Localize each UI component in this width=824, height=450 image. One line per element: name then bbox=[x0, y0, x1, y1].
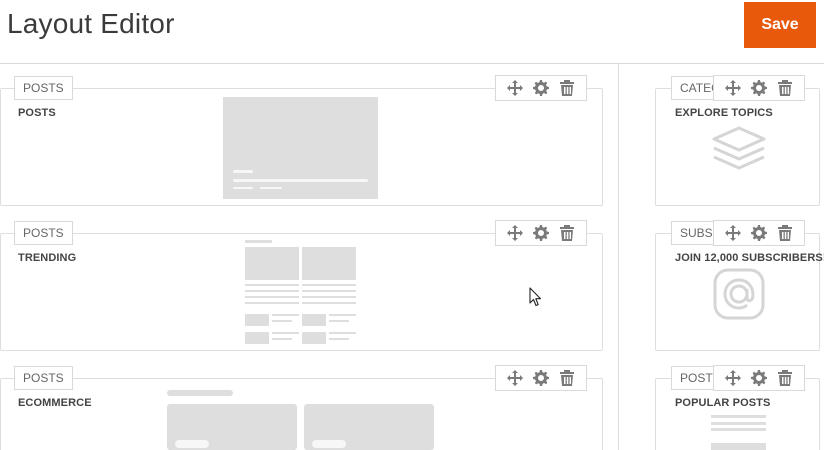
thumbnail-line bbox=[233, 170, 253, 173]
popular-posts-thumbnail bbox=[711, 415, 766, 418]
trending-thumbnail bbox=[272, 338, 292, 340]
gear-icon[interactable] bbox=[531, 78, 551, 98]
gear-icon[interactable] bbox=[749, 223, 769, 243]
block-title: POSTS bbox=[18, 107, 56, 119]
trending-thumbnail bbox=[245, 290, 299, 292]
thumbnail-line bbox=[233, 179, 368, 182]
trending-thumbnail bbox=[329, 338, 349, 340]
move-icon[interactable] bbox=[723, 223, 743, 243]
thumbnail-line bbox=[260, 187, 282, 189]
gear-icon[interactable] bbox=[531, 223, 551, 243]
block-type-tag: POSTS bbox=[14, 76, 73, 100]
trending-thumbnail bbox=[245, 284, 299, 286]
move-icon[interactable] bbox=[505, 368, 525, 388]
trending-thumbnail bbox=[245, 296, 299, 298]
column-divider bbox=[618, 64, 619, 450]
trash-icon[interactable] bbox=[775, 223, 795, 243]
trending-thumbnail bbox=[302, 302, 356, 304]
header: Layout Editor Save bbox=[0, 0, 824, 64]
block-type-tag: POSTS bbox=[14, 221, 73, 245]
trending-thumbnail bbox=[302, 332, 326, 344]
block-title: EXPLORE TOPICS bbox=[675, 107, 773, 119]
trash-icon[interactable] bbox=[557, 223, 577, 243]
move-icon[interactable] bbox=[505, 223, 525, 243]
ecommerce-price-pill bbox=[175, 440, 209, 448]
block-toolbar bbox=[713, 220, 805, 246]
trash-icon[interactable] bbox=[775, 78, 795, 98]
trending-thumbnail bbox=[245, 240, 272, 243]
page-title: Layout Editor bbox=[7, 8, 175, 39]
thumbnail-line bbox=[233, 187, 253, 189]
trending-thumbnail bbox=[329, 332, 356, 334]
trending-thumbnail bbox=[245, 314, 269, 326]
trending-thumbnail bbox=[329, 314, 356, 316]
trending-thumbnail bbox=[272, 320, 292, 322]
trending-thumbnail bbox=[302, 247, 356, 280]
popular-posts-thumbnail bbox=[711, 428, 766, 431]
block-toolbar bbox=[495, 220, 587, 246]
gear-icon[interactable] bbox=[531, 368, 551, 388]
trending-thumbnail bbox=[245, 332, 269, 344]
trending-thumbnail bbox=[302, 290, 356, 292]
block-title: TRENDING bbox=[18, 252, 77, 264]
popular-posts-thumbnail bbox=[711, 422, 766, 425]
trash-icon[interactable] bbox=[557, 78, 577, 98]
block-title: ECOMMERCE bbox=[18, 397, 92, 409]
block-title: JOIN 12,000 SUBSCRIBERS! bbox=[675, 252, 824, 264]
trash-icon[interactable] bbox=[775, 368, 795, 388]
trending-thumbnail bbox=[245, 302, 299, 304]
trending-thumbnail bbox=[329, 320, 349, 322]
block-toolbar bbox=[495, 75, 587, 101]
block-type-tag: POSTS bbox=[14, 366, 73, 390]
mouse-cursor-icon bbox=[529, 287, 542, 307]
trending-thumbnail bbox=[302, 296, 356, 298]
block-title: POPULAR POSTS bbox=[675, 397, 771, 409]
gear-icon[interactable] bbox=[749, 368, 769, 388]
trending-thumbnail bbox=[302, 314, 326, 326]
trending-thumbnail bbox=[272, 332, 299, 334]
popular-posts-thumbnail bbox=[711, 443, 766, 450]
trending-thumbnail bbox=[272, 314, 299, 316]
gear-icon[interactable] bbox=[749, 78, 769, 98]
move-icon[interactable] bbox=[723, 368, 743, 388]
trending-thumbnail bbox=[245, 247, 299, 280]
layers-icon bbox=[712, 126, 766, 170]
block-toolbar bbox=[495, 365, 587, 391]
trending-thumbnail bbox=[302, 284, 356, 286]
move-icon[interactable] bbox=[505, 78, 525, 98]
posts-thumbnail bbox=[223, 97, 378, 199]
ecommerce-thumbnail bbox=[167, 390, 233, 396]
move-icon[interactable] bbox=[723, 78, 743, 98]
instagram-at-icon bbox=[713, 268, 765, 320]
trash-icon[interactable] bbox=[557, 368, 577, 388]
block-toolbar bbox=[713, 365, 805, 391]
ecommerce-price-pill bbox=[312, 440, 346, 448]
save-button[interactable]: Save bbox=[744, 2, 816, 48]
block-toolbar bbox=[713, 75, 805, 101]
